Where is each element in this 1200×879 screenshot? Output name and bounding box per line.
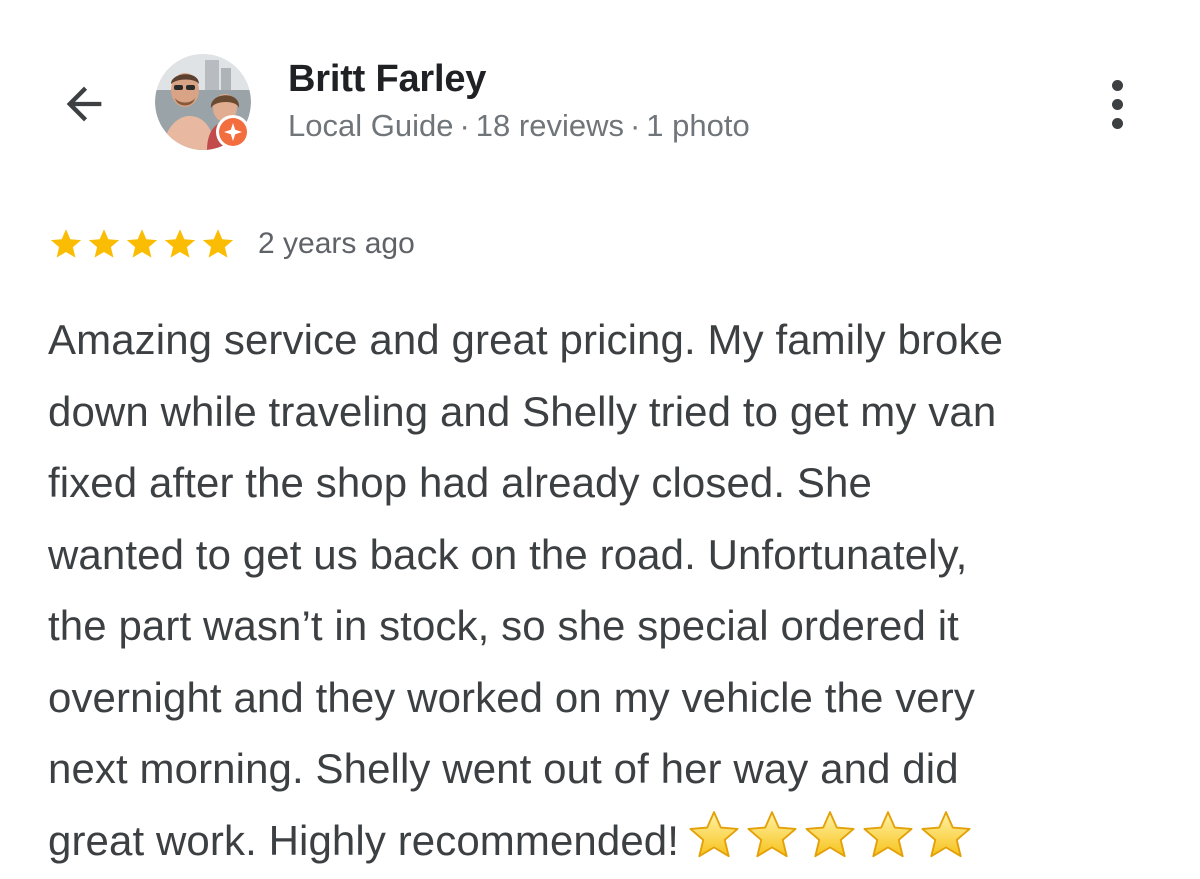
star-emoji-icon (747, 810, 797, 857)
star-emoji-icon (863, 810, 913, 857)
review-text-line: overnight and they worked on my vehicle … (48, 673, 975, 721)
separator-dot: · (459, 108, 470, 143)
star-icon (202, 229, 234, 258)
review-count: 18 reviews (475, 108, 624, 143)
review-text: Amazing service and great pricing. My fa… (48, 304, 1168, 876)
more-vert-icon (1111, 79, 1123, 91)
review-text-line: fixed after the shop had already closed.… (48, 459, 872, 506)
review-text-line-last: great work. Highly recommended! (48, 805, 1168, 877)
review-page: Britt Farley Local Guide · 18 reviews · 1 ph… (0, 0, 1200, 879)
back-button[interactable] (56, 76, 112, 132)
star-emoji-icon (921, 810, 971, 857)
author-meta: Local Guide · 18 reviews · 1 photo (288, 108, 750, 144)
review-date: 2 years ago (258, 227, 415, 260)
rating-row: 2 years ago (48, 222, 415, 266)
star-emojis (685, 807, 975, 863)
review-text-line: Amazing service and great pricing. My fa… (48, 316, 1004, 363)
review-text-line: down while traveling and Shelly tried to… (48, 387, 997, 435)
star-emoji-icon (689, 810, 739, 857)
star-rating (48, 226, 236, 262)
star-icon (50, 229, 82, 258)
separator-dot: · (629, 108, 641, 143)
star-emoji-icon (805, 810, 855, 857)
star-icon (126, 229, 158, 258)
more-options-button[interactable] (1094, 74, 1140, 134)
avatar[interactable] (155, 54, 251, 150)
star-icon (164, 229, 196, 258)
author-name[interactable]: Britt Farley (288, 58, 486, 101)
review-text-line: next morning. Shelly went out of her way… (48, 745, 959, 792)
review-text-end: great work. Highly recommended! (48, 816, 680, 864)
review-text-line: the part wasn’t in stock, so she special… (48, 602, 959, 649)
local-guide-badge-icon (216, 115, 250, 149)
star-icon (88, 229, 120, 258)
local-guide-label: Local Guide (288, 108, 454, 143)
arrow-left-icon (66, 86, 102, 122)
photo-count: 1 photo (646, 108, 750, 143)
review-text-line: wanted to get us back on the road. Unfor… (48, 530, 968, 578)
